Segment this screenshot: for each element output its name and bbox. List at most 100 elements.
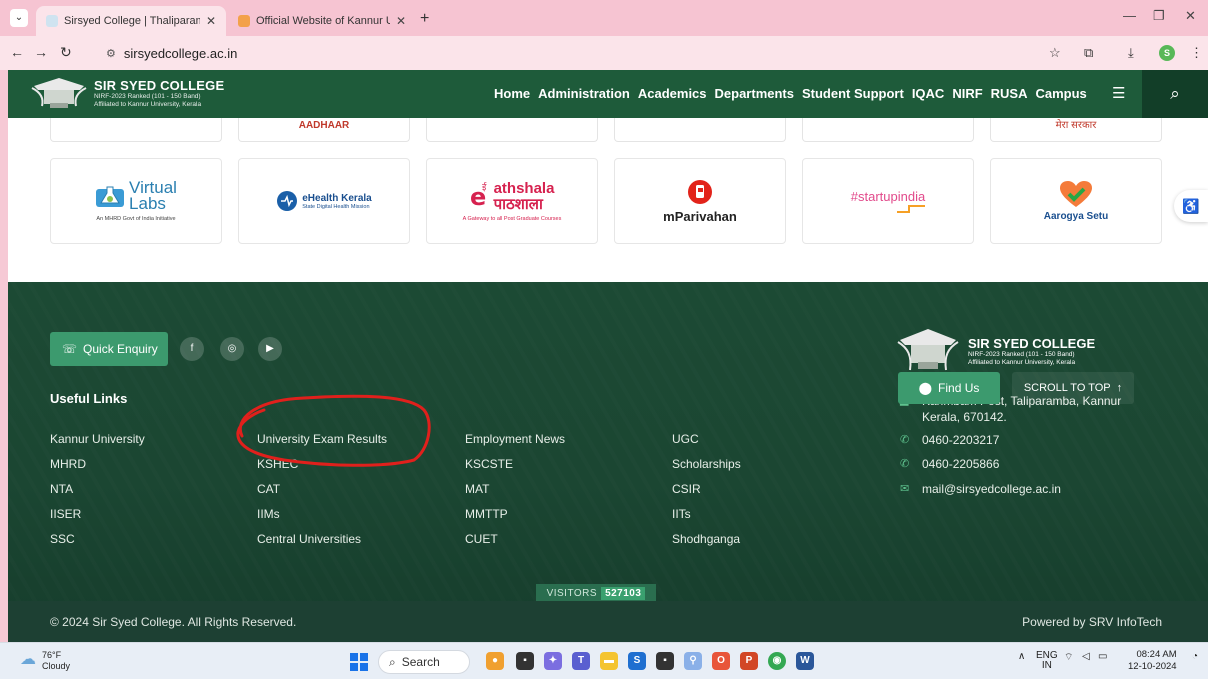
instagram-icon[interactable]: ◎ <box>220 337 244 361</box>
site-logo-text[interactable]: SIR SYED COLLEGE NIRF-2023 Ranked (101 -… <box>94 78 224 109</box>
contact-phone2[interactable]: ✆ 0460-2205866 <box>900 457 999 471</box>
link-central-universities[interactable]: Central Universities <box>257 532 361 546</box>
link-ssc[interactable]: SSC <box>50 532 75 546</box>
nav-departments[interactable]: Departments <box>715 86 794 101</box>
powered-by-text[interactable]: Powered by SRV InfoTech <box>1022 615 1162 629</box>
partner-tile-top[interactable] <box>802 118 974 142</box>
link-kannur-university[interactable]: Kannur University <box>50 432 145 446</box>
wifi-icon[interactable]: ⌔ <box>1064 651 1073 664</box>
menu-icon[interactable]: ⋮ <box>1190 45 1203 61</box>
back-icon[interactable]: ← <box>10 44 24 60</box>
visitors-label: VISITORS <box>546 587 598 599</box>
contact-email[interactable]: ✉ mail@sirsyedcollege.ac.in <box>900 482 1061 496</box>
tab-title: Sirsyed College | Thaliparamba <box>64 15 200 27</box>
partner-card-startupindia[interactable]: #startupindia <box>802 158 974 244</box>
system-clock[interactable]: 08:24 AM 12-10-2024 <box>1128 649 1177 673</box>
site-search-icon[interactable]: ⌕ <box>1142 70 1208 118</box>
partner-card-mparivahan[interactable]: mParivahan <box>614 158 786 244</box>
new-tab-icon[interactable]: + <box>420 10 429 28</box>
nav-home[interactable]: Home <box>494 86 530 101</box>
nav-iqac[interactable]: IQAC <box>912 86 945 101</box>
nav-rusa[interactable]: RUSA <box>991 86 1028 101</box>
link-mat[interactable]: MAT <box>465 482 489 496</box>
forward-icon[interactable]: → <box>34 44 48 60</box>
partner-tile-top[interactable] <box>50 118 222 142</box>
widgets-icon[interactable]: ● <box>486 652 504 670</box>
windows-start-icon[interactable] <box>350 653 368 671</box>
partner-card-epathshala[interactable]: e ई athshala पाठशाला A Gateway to all Po… <box>426 158 598 244</box>
office-icon[interactable]: O <box>712 652 730 670</box>
nav-campus[interactable]: Campus <box>1036 86 1087 101</box>
download-icon[interactable]: ⤓ <box>1128 45 1134 61</box>
link-cat[interactable]: CAT <box>257 482 280 496</box>
link-cuet[interactable]: CUET <box>465 532 498 546</box>
partner-tile-mera-sarkar[interactable]: मेरा सरकार <box>990 118 1162 142</box>
teams-icon[interactable]: T <box>572 652 590 670</box>
tab-search-icon[interactable]: ⌄ <box>10 9 28 27</box>
reload-icon[interactable]: ↻ <box>60 44 72 61</box>
powerpoint-icon[interactable]: P <box>740 652 758 670</box>
partner-card-virtual-labs[interactable]: Virtual Labs An MHRD Govt of India Initi… <box>50 158 222 244</box>
restore-icon[interactable]: ❐ <box>1153 8 1165 24</box>
link-iims[interactable]: IIMs <box>257 507 280 521</box>
link-employment-news[interactable]: Employment News <box>465 432 565 446</box>
partner-tile-aadhaar[interactable]: AADHAAR <box>238 118 410 142</box>
nav-nirf[interactable]: NIRF <box>952 86 982 101</box>
close-tab-icon[interactable]: ✕ <box>206 14 216 28</box>
link-shodhganga[interactable]: Shodhganga <box>672 532 740 546</box>
nav-administration[interactable]: Administration <box>538 86 630 101</box>
url-text: sirsyedcollege.ac.in <box>123 45 238 61</box>
link-iits[interactable]: IITs <box>672 507 691 521</box>
partner-card-ehealth[interactable]: eHealth Kerala State Digital Health Miss… <box>238 158 410 244</box>
weather-widget[interactable]: ☁ 76°F Cloudy <box>20 650 70 672</box>
visitors-count: 527103 <box>601 586 646 600</box>
scroll-to-top-button[interactable]: SCROLL TO TOP ↑ <box>1012 372 1134 404</box>
app-icon[interactable]: ▪ <box>656 652 674 670</box>
bookmark-star-icon[interactable]: ☆ <box>1049 45 1061 61</box>
store-icon[interactable]: S <box>628 652 646 670</box>
hamburger-menu-icon[interactable]: ☰ <box>1112 84 1125 102</box>
nav-student-support[interactable]: Student Support <box>802 86 904 101</box>
link-mhrd[interactable]: MHRD <box>50 457 86 471</box>
show-hidden-icons-icon[interactable]: ∧ <box>1018 651 1025 662</box>
link-kscste[interactable]: KSCSTE <box>465 457 513 471</box>
taskbar-search[interactable]: ⌕ Search <box>378 650 470 674</box>
file-explorer-icon[interactable]: ▬ <box>600 652 618 670</box>
language-indicator[interactable]: ENG IN <box>1036 651 1058 671</box>
chrome-icon[interactable]: ◉ <box>768 652 786 670</box>
contact-phone1[interactable]: ✆ 0460-2203217 <box>900 433 999 447</box>
site-info-icon[interactable]: ⚙ <box>106 47 116 60</box>
link-scholarships[interactable]: Scholarships <box>672 457 741 471</box>
nav-academics[interactable]: Academics <box>638 86 707 101</box>
url-field[interactable]: ⚙ sirsyedcollege.ac.in <box>98 40 1078 66</box>
youtube-icon[interactable]: ▶ <box>258 337 282 361</box>
tab-kannur[interactable]: Official Website of Kannur Univ ✕ <box>228 6 416 36</box>
epathshala-line2: पाठशाला <box>493 195 543 213</box>
quick-enquiry-button[interactable]: ☏ Quick Enquiry <box>50 332 168 366</box>
partner-tile-top[interactable] <box>614 118 786 142</box>
facebook-icon[interactable]: f <box>180 337 204 361</box>
link-iiser[interactable]: IISER <box>50 507 81 521</box>
partner-card-aarogya-setu[interactable]: Aarogya Setu <box>990 158 1162 244</box>
link-csir[interactable]: CSIR <box>672 482 701 496</box>
tab-sirsyed[interactable]: Sirsyed College | Thaliparamba ✕ <box>36 6 226 36</box>
find-us-button[interactable]: ⬤ Find Us <box>898 372 1000 404</box>
volume-icon[interactable]: ◁ <box>1082 651 1090 662</box>
footer-logo-text[interactable]: SIR SYED COLLEGE NIRF-2023 Ranked (101 -… <box>968 336 1095 367</box>
minimize-icon[interactable]: — <box>1123 8 1136 23</box>
link-mmttp[interactable]: MMTTP <box>465 507 508 521</box>
task-view-icon[interactable]: ▪ <box>516 652 534 670</box>
link-nta[interactable]: NTA <box>50 482 73 496</box>
accessibility-icon[interactable]: ♿ <box>1174 190 1208 222</box>
notification-bell-icon[interactable]: ◔ <box>1192 651 1198 662</box>
close-window-icon[interactable]: ✕ <box>1185 8 1196 24</box>
extensions-icon[interactable]: ⧉ <box>1084 45 1093 61</box>
network-app-icon[interactable]: ⚲ <box>684 652 702 670</box>
partner-tile-top[interactable] <box>426 118 598 142</box>
link-ugc[interactable]: UGC <box>672 432 699 446</box>
battery-icon[interactable]: ▭ <box>1098 651 1107 662</box>
word-icon[interactable]: W <box>796 652 814 670</box>
close-tab-icon[interactable]: ✕ <box>396 14 406 28</box>
profile-avatar[interactable]: S <box>1159 45 1175 61</box>
copilot-icon[interactable]: ✦ <box>544 652 562 670</box>
